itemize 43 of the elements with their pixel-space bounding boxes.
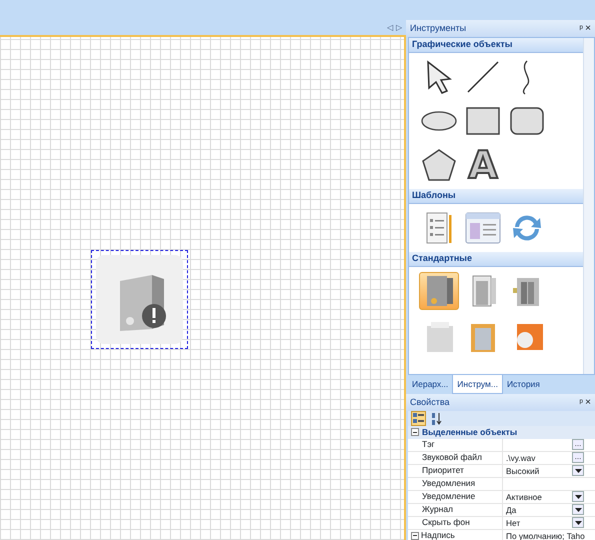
scrollbar[interactable] [583,38,594,374]
dropdown-button[interactable] [572,517,584,528]
panel-title: Инструменты [410,22,466,35]
caret-icon [574,520,582,525]
category-title: Выделенные объекты [422,426,518,439]
property-label: Надпись [421,529,455,540]
window-icon [465,212,501,244]
property-value[interactable]: Нет [506,516,520,529]
pentagon-icon [421,148,457,182]
property-value[interactable]: Высокий [506,464,540,477]
caret-icon [574,494,582,499]
property-value[interactable]: Да [506,504,516,516]
panel-tab[interactable]: История [502,375,544,394]
section-header[interactable]: Стандартные [409,252,583,267]
dropdown-button[interactable] [572,504,584,516]
caret-icon [574,508,582,512]
pin-button[interactable]: ᵖ [580,398,583,408]
categorized-view-button[interactable] [411,411,426,426]
arrow-icon [424,59,454,95]
collapse-icon[interactable] [411,428,419,436]
panel-tab[interactable]: Иерарх... [408,375,452,394]
property-value[interactable]: .\vy.wav [506,452,536,464]
caret-icon [574,468,582,473]
property-value[interactable]: Активное [506,490,542,503]
line-icon [466,60,500,94]
close-button[interactable]: × [585,24,591,34]
panel-title: Свойства [410,396,450,409]
category-header[interactable]: Выделенные объекты [408,426,595,439]
panel-tab[interactable]: Инструм... [452,375,503,394]
section-header[interactable]: Шаблоны [409,189,583,204]
rounded-rectangle-icon [509,106,545,136]
section-header[interactable]: Графические объекты [409,38,583,53]
property-value[interactable]: По умолчанию; Taho [506,530,585,540]
dropdown-button[interactable] [572,491,584,502]
document-icon [425,211,453,245]
ellipse-icon [420,110,458,132]
collapse-icon[interactable] [411,532,419,540]
close-button[interactable]: × [585,398,591,408]
pin-button[interactable]: ᵖ [580,24,583,34]
dropdown-button[interactable] [572,465,584,476]
letter-icon: A [468,146,498,184]
rectangle-icon [465,106,501,136]
sort-alphabetical-button[interactable] [429,411,444,426]
